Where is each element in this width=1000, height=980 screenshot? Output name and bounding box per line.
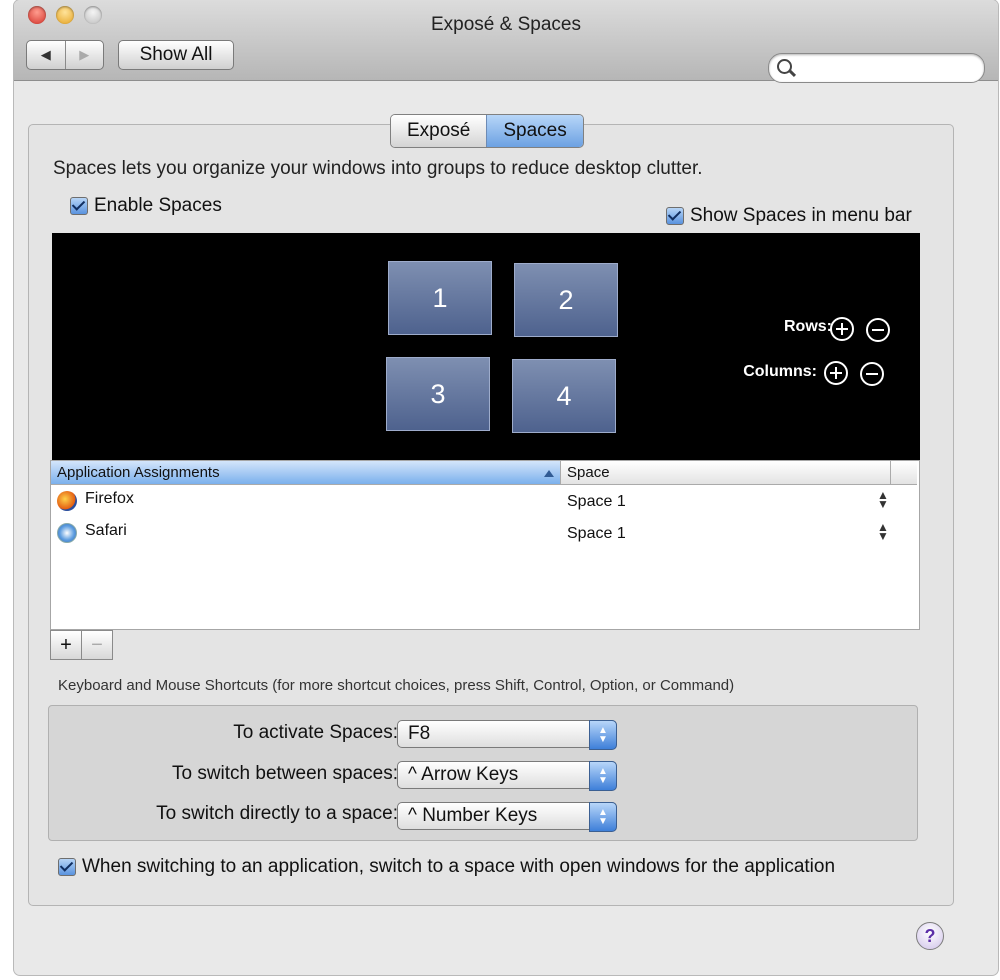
help-button[interactable]: ? (916, 922, 944, 950)
popup-value: ^ Number Keys (408, 805, 538, 826)
switch-between-label: To switch between spaces: (171, 763, 398, 784)
rows-remove-button[interactable] (866, 318, 890, 342)
rows-add-button[interactable] (830, 317, 854, 341)
shortcuts-title: Keyboard and Mouse Shortcuts (for more s… (58, 677, 735, 694)
switch-option-label: When switching to an application, switch… (82, 856, 836, 877)
table-header: Application Assignments Space (51, 461, 919, 487)
firefox-icon (57, 491, 77, 511)
switch-option-checkbox[interactable] (58, 858, 76, 876)
tab-expose[interactable]: Exposé (391, 115, 487, 147)
columns-add-button[interactable] (824, 361, 848, 385)
space-value[interactable]: Space 1 (567, 525, 626, 543)
popup-arrows-icon: ▲ ▼ (589, 720, 617, 750)
space-value[interactable]: Space 1 (567, 493, 626, 511)
forward-button[interactable]: ▶ (64, 41, 104, 69)
switch-directly-label: To switch directly to a space: (156, 803, 398, 824)
application-assignments-table: Application Assignments Space Firefox Sp… (50, 460, 920, 630)
columns-remove-button[interactable] (860, 362, 884, 386)
menubar-row[interactable]: Show Spaces in menu bar (666, 205, 912, 227)
search-field[interactable] (768, 53, 985, 83)
show-in-menubar-label: Show Spaces in menu bar (690, 205, 912, 226)
app-name: Firefox (85, 490, 134, 507)
switch-directly-popup[interactable]: ^ Number Keys ▲ ▼ (397, 802, 617, 832)
popup-arrows-icon: ▲ ▼ (589, 802, 617, 832)
nav-buttons: ◀ ▶ (26, 40, 104, 70)
table-row[interactable]: Firefox Space 1 ▲ ▼ (51, 487, 919, 519)
activate-spaces-label: To activate Spaces: (233, 722, 398, 743)
enable-spaces-checkbox[interactable] (70, 197, 88, 215)
spaces-description: Spaces lets you organize your windows in… (53, 158, 703, 179)
enable-spaces-row[interactable]: Enable Spaces (70, 195, 222, 217)
space-tile-2[interactable]: 2 (514, 263, 618, 337)
switch-option-row[interactable]: When switching to an application, switch… (58, 856, 835, 878)
app-name: Safari (85, 522, 127, 539)
tab-spaces[interactable]: Spaces (486, 115, 583, 147)
remove-assignment-button[interactable]: − (81, 630, 113, 660)
spaces-preview: 1 2 3 4 Rows: Columns: (52, 233, 920, 461)
activate-spaces-popup[interactable]: F8 ▲ ▼ (397, 720, 617, 750)
add-assignment-button[interactable]: + (50, 630, 82, 660)
switch-between-popup[interactable]: ^ Arrow Keys ▲ ▼ (397, 761, 617, 791)
search-input[interactable] (797, 56, 976, 80)
safari-icon (57, 523, 77, 543)
sort-ascending-icon (544, 470, 554, 477)
show-in-menubar-checkbox[interactable] (666, 207, 684, 225)
space-tile-1[interactable]: 1 (388, 261, 492, 335)
columns-label: Columns: (743, 363, 817, 380)
space-stepper-icon[interactable]: ▲ ▼ (877, 521, 889, 542)
title-bar: Exposé & Spaces ◀ ▶ Show All (14, 0, 998, 83)
space-tile-4[interactable]: 4 (512, 359, 616, 433)
rows-label: Rows: (784, 318, 832, 335)
column-header-application[interactable]: Application Assignments (51, 461, 561, 485)
back-button[interactable]: ◀ (27, 41, 65, 69)
show-all-button[interactable]: Show All (118, 40, 234, 70)
search-icon (777, 59, 792, 74)
space-stepper-icon[interactable]: ▲ ▼ (877, 489, 889, 510)
column-header-filler (891, 461, 917, 485)
column-header-space[interactable]: Space (561, 461, 891, 485)
space-tile-3[interactable]: 3 (386, 357, 490, 431)
table-row[interactable]: Safari Space 1 ▲ ▼ (51, 519, 919, 551)
popup-value: ^ Arrow Keys (408, 764, 519, 785)
enable-spaces-label: Enable Spaces (94, 195, 222, 216)
popup-arrows-icon: ▲ ▼ (589, 761, 617, 791)
window-title: Exposé & Spaces (431, 14, 581, 35)
tab-control: Exposé Spaces (390, 114, 584, 148)
popup-value: F8 (408, 723, 431, 744)
